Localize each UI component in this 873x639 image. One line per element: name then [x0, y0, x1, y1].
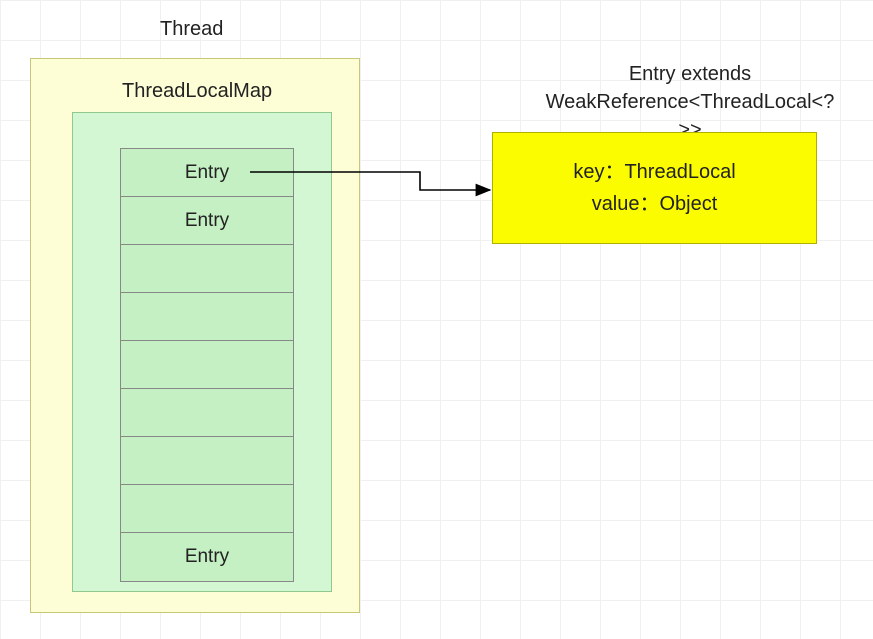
entry-cell [121, 245, 293, 293]
entries-container: Entry Entry Entry [120, 148, 294, 582]
thread-label: Thread [160, 18, 223, 41]
entry-cell [121, 341, 293, 389]
entry-cell [121, 389, 293, 437]
entry-title-line1: Entry extends [629, 63, 751, 85]
entry-cell: Entry [121, 149, 293, 197]
entry-value-line: value：Object [592, 188, 718, 220]
entry-cell [121, 293, 293, 341]
entry-cell: Entry [121, 533, 293, 581]
entry-key-line: key：ThreadLocal [573, 156, 735, 188]
entry-cell [121, 437, 293, 485]
entry-cell [121, 485, 293, 533]
entry-cell: Entry [121, 197, 293, 245]
threadlocalmap-label: ThreadLocalMap [122, 80, 272, 103]
entry-detail-box: key：ThreadLocal value：Object [492, 132, 817, 244]
